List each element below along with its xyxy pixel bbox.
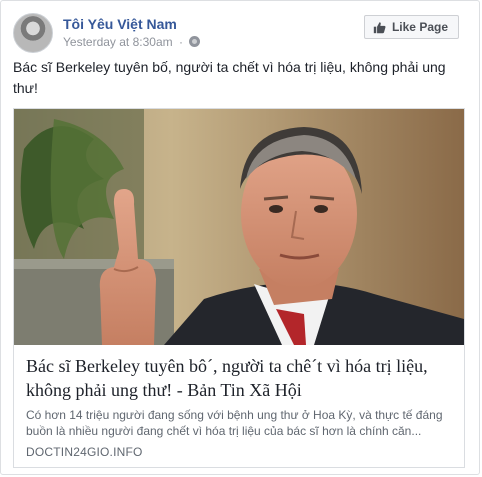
like-page-label: Like Page <box>391 20 448 34</box>
post-header: Tôi Yêu Việt Nam Yesterday at 8:30am · L… <box>13 13 467 53</box>
like-page-button[interactable]: Like Page <box>363 15 459 39</box>
post-timestamp[interactable]: Yesterday at 8:30am <box>63 35 173 49</box>
globe-icon[interactable] <box>189 36 201 47</box>
link-preview-title[interactable]: Bác sĩ Berkeley tuyên bô´, người ta chê´… <box>26 354 452 402</box>
post-text: Bác sĩ Berkeley tuyên bố, người ta chết … <box>13 59 446 96</box>
link-preview-card[interactable]: Bác sĩ Berkeley tuyên bô´, người ta chê´… <box>13 108 465 468</box>
post-meta: Yesterday at 8:30am · <box>63 35 201 49</box>
page-name-link[interactable]: Tôi Yêu Việt Nam <box>63 16 177 32</box>
page-avatar[interactable] <box>13 13 53 53</box>
link-preview-body[interactable]: Bác sĩ Berkeley tuyên bô´, người ta chê´… <box>14 345 464 467</box>
thumbs-up-icon <box>373 21 386 34</box>
feed-post: Tôi Yêu Việt Nam Yesterday at 8:30am · L… <box>0 0 480 475</box>
doctor-photo <box>14 109 464 345</box>
link-preview-image[interactable] <box>14 109 464 345</box>
meta-separator: · <box>178 35 183 49</box>
link-preview-domain: DOCTIN24GIO.INFO <box>26 445 143 459</box>
link-preview-description: Có hơn 14 triệu người đang sống với bệnh… <box>26 408 443 438</box>
